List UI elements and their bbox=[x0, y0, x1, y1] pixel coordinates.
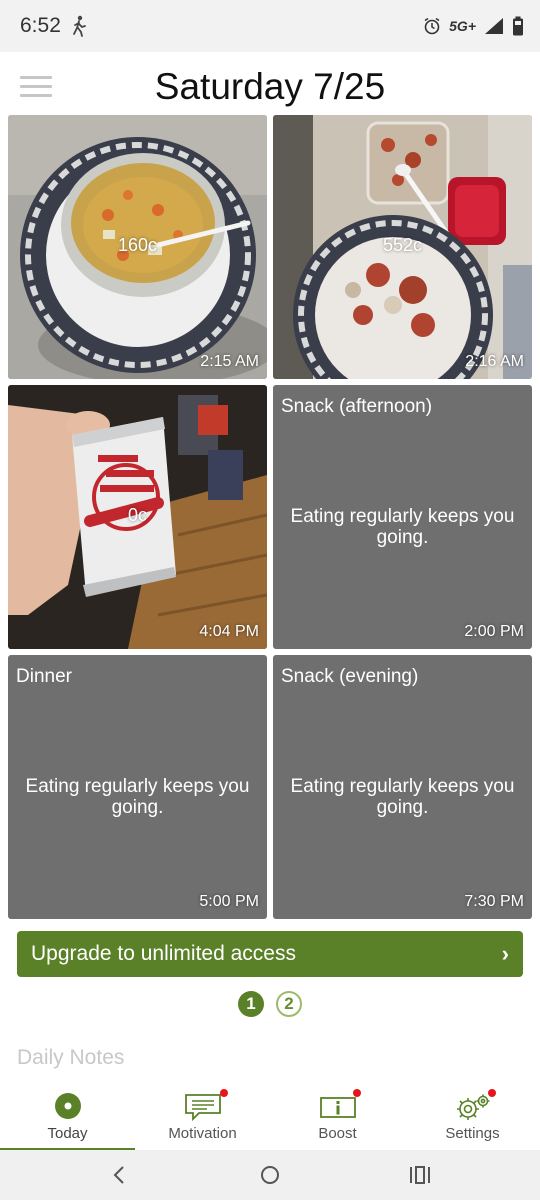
settings-gear-icon bbox=[456, 1094, 489, 1120]
meal-calories: 552c bbox=[382, 235, 423, 255]
home-icon[interactable] bbox=[256, 1162, 284, 1188]
meal-time: 5:00 PM bbox=[199, 893, 259, 910]
meal-tile-snack-evening[interactable]: Snack (evening) Eating regularly keeps y… bbox=[273, 655, 532, 919]
nav-settings[interactable]: Settings bbox=[405, 1084, 540, 1150]
meal-time: 4:04 PM bbox=[199, 623, 259, 640]
notification-dot bbox=[353, 1089, 361, 1097]
nav-label: Today bbox=[47, 1125, 88, 1142]
meal-message: Eating regularly keeps you going. bbox=[290, 776, 515, 818]
meal-time: 2:15 AM bbox=[200, 353, 259, 370]
status-time: 6:52 bbox=[20, 14, 61, 37]
meal-title: Snack (evening) bbox=[281, 666, 419, 687]
nav-motivation[interactable]: Motivation bbox=[135, 1084, 270, 1150]
meal-tile-snack-afternoon[interactable]: Snack (afternoon) Eating regularly keeps… bbox=[273, 385, 532, 649]
recents-icon[interactable] bbox=[406, 1162, 434, 1188]
page-dot-2[interactable]: 2 bbox=[276, 991, 302, 1017]
notification-dot bbox=[488, 1089, 496, 1097]
meal-calories: 0c bbox=[127, 505, 147, 525]
meal-tile-2[interactable]: 552c 2:16 AM bbox=[273, 115, 532, 379]
nav-boost[interactable]: Boost bbox=[270, 1084, 405, 1150]
nav-today[interactable]: Today bbox=[0, 1084, 135, 1150]
battery-icon bbox=[513, 16, 523, 36]
status-icons: 5G+ bbox=[423, 14, 524, 38]
meal-time: 7:30 PM bbox=[464, 893, 524, 910]
upgrade-button[interactable]: Upgrade to unlimited access › bbox=[17, 931, 523, 977]
notification-dot bbox=[220, 1089, 228, 1097]
status-bar: 6:52 5G+ bbox=[0, 0, 540, 52]
meal-title: Snack (afternoon) bbox=[281, 396, 433, 417]
page-indicator: 1 2 bbox=[0, 991, 540, 1017]
meal-title: Dinner bbox=[16, 666, 72, 687]
walking-person-icon bbox=[73, 15, 86, 37]
upgrade-label: Upgrade to unlimited access bbox=[31, 942, 296, 965]
signal-icon bbox=[485, 18, 503, 34]
bottom-navigation: Today Motivation Boost Settings bbox=[0, 1084, 540, 1150]
system-navigation-bar bbox=[0, 1150, 540, 1200]
network-type: 5G+ bbox=[449, 18, 476, 34]
alarm-icon bbox=[424, 17, 440, 35]
daily-notes-heading: Daily Notes bbox=[17, 1046, 125, 1069]
chevron-right-icon: › bbox=[501, 941, 509, 966]
page-dot-1[interactable]: 1 bbox=[238, 991, 264, 1017]
meal-tile-dinner[interactable]: Dinner Eating regularly keeps you going.… bbox=[8, 655, 267, 919]
boost-info-icon bbox=[319, 1097, 356, 1118]
meal-calories: 160c bbox=[117, 235, 158, 255]
meal-message: Eating regularly keeps you going. bbox=[290, 506, 515, 548]
meal-message: Eating regularly keeps you going. bbox=[25, 776, 250, 818]
meal-time: 2:16 AM bbox=[465, 353, 524, 370]
meal-time: 2:00 PM bbox=[464, 623, 524, 640]
motivation-message-icon bbox=[184, 1094, 221, 1122]
nav-label: Settings bbox=[445, 1125, 500, 1142]
meal-tile-3[interactable]: 0c 4:04 PM bbox=[8, 385, 267, 649]
back-icon[interactable] bbox=[106, 1162, 134, 1188]
today-icon bbox=[54, 1093, 81, 1119]
meal-tile-1[interactable]: 160c 2:15 AM bbox=[8, 115, 267, 379]
header: Saturday 7/25 bbox=[0, 52, 540, 114]
nav-label: Motivation bbox=[168, 1125, 237, 1142]
page-title: Saturday 7/25 bbox=[154, 66, 386, 107]
nav-label: Boost bbox=[318, 1125, 357, 1142]
